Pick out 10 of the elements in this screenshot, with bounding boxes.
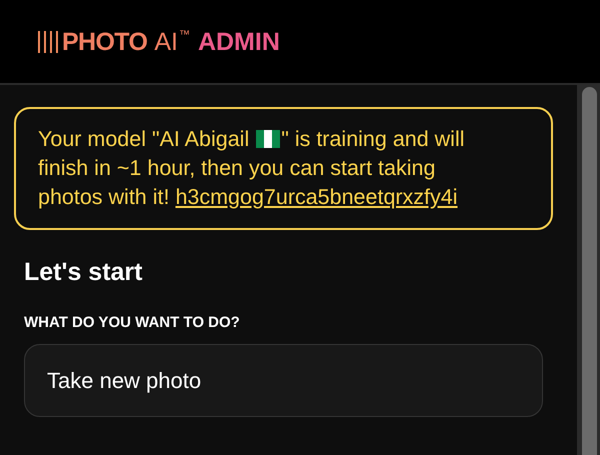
scrollbar[interactable] <box>577 85 600 455</box>
bars-icon <box>37 30 61 52</box>
field-label: WHAT DO YOU WANT TO DO? <box>24 315 241 330</box>
section-heading: Let's start <box>24 260 144 285</box>
section-title: ADMIN <box>198 26 280 58</box>
notice-text: Your model "AI Abigail " is training and will finish in ~1 hour, then you can start taking photos with it! h3cmgog7urca5bneetqrxzfy4i <box>38 126 466 211</box>
action-field[interactable]: Take new photo <box>24 344 543 417</box>
flag-icon <box>256 130 280 148</box>
model-link[interactable]: h3cmgog7urca5bneetqrxzfy4i <box>175 185 458 209</box>
logo-text: PHOTO AI™ <box>62 26 191 58</box>
